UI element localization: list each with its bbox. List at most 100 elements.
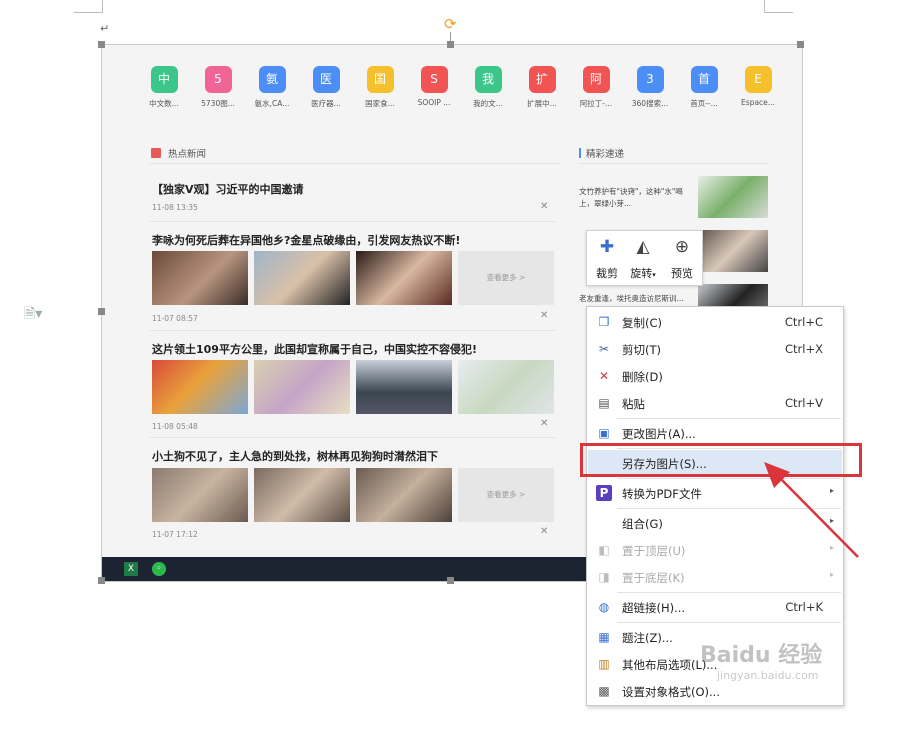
menu-item-label: 超链接(H)...	[622, 601, 686, 615]
picture-float-toolbar: ✚ 裁剪 ◭ 旋转▾ ⊕ 预览	[586, 230, 703, 286]
shortcut-tile: 扩	[528, 66, 556, 93]
shortcut-tile: 3	[636, 66, 664, 93]
wechat-icon: ◦	[152, 562, 166, 576]
news-title[interactable]: 李咏为何死后葬在异国他乡?金星点破缘由，引发网友热议不断!	[152, 232, 460, 248]
news-time: 11-08 05:48	[152, 422, 198, 431]
menu-separator	[617, 622, 841, 623]
rotate-button[interactable]: ◭ 旋转▾	[625, 235, 661, 281]
shortcut-item: 医 医疗器...	[306, 66, 346, 109]
shortcut-item: 阿 阿拉丁-...	[576, 66, 616, 109]
rotate-handle-icon[interactable]: ⟳	[444, 17, 458, 32]
resize-handle[interactable]	[98, 41, 105, 48]
shortcut-label: Espace...	[741, 98, 775, 107]
menu-item-paste[interactable]: ▤ 粘贴 Ctrl+V	[588, 390, 842, 416]
news-title[interactable]: 小土狗不见了，主人急的到处找，树林再见狗狗时潸然泪下	[152, 448, 438, 464]
news-thumbnail	[254, 468, 350, 522]
shortcut-label: 国家食...	[365, 99, 395, 108]
shortcut-label: 阿拉丁-...	[579, 99, 613, 108]
side-heading: 精彩速递	[586, 149, 625, 160]
shortcut-tile: 中	[150, 66, 178, 93]
pdf-icon: P	[596, 485, 612, 501]
preview-label: 预览	[671, 267, 693, 280]
close-icon[interactable]: ✕	[540, 201, 548, 212]
news-thumbnail	[356, 360, 452, 414]
menu-item-shortcut: Ctrl+K	[785, 600, 823, 614]
shortcut-tile: 首	[690, 66, 718, 93]
copy-icon: ❐	[598, 315, 610, 329]
send-to-back-icon: ◨	[598, 570, 610, 584]
shortcut-label: SOOIP ...	[417, 98, 451, 107]
bring-to-front-icon: ◧	[598, 543, 610, 557]
news-title[interactable]: 这片领土109平方公里，此国却宣称属于自己，中国实控不容侵犯!	[152, 341, 477, 357]
menu-item-label: 置于底层(K)	[622, 571, 685, 585]
news-thumbnail	[356, 468, 452, 522]
hot-news-heading: 热点新闻	[168, 149, 207, 160]
news-time: 11-08 13:35	[152, 203, 198, 212]
resize-handle[interactable]	[98, 308, 105, 315]
layout-icon: ▥	[598, 657, 610, 671]
news-thumbnail	[458, 360, 554, 414]
shortcut-tile: E	[744, 66, 772, 93]
news-time: 11-07 08:57	[152, 314, 198, 323]
menu-item-shortcut: Ctrl+V	[785, 396, 823, 410]
crop-button[interactable]: ✚ 裁剪	[589, 235, 625, 281]
shortcut-item: 我 我的文...	[468, 66, 508, 109]
news-time: 11-07 17:12	[152, 530, 198, 539]
shortcut-item: E Espace...	[738, 66, 778, 107]
news-thumbnail	[152, 468, 248, 522]
shortcut-label: 中文数...	[149, 99, 179, 108]
annotation-arrow	[764, 462, 859, 558]
shortcut-item: 3 360搜索...	[630, 66, 670, 109]
crop-label: 裁剪	[596, 267, 618, 280]
menu-item-send-to-back[interactable]: ◨ 置于底层(K) ▸	[588, 564, 842, 590]
resize-handle[interactable]	[98, 577, 105, 584]
menu-item-label: 组合(G)	[622, 517, 663, 531]
layout-options-icon[interactable]: 🗎▾	[24, 303, 42, 327]
close-icon[interactable]: ✕	[540, 418, 548, 429]
paragraph-mark: ↵	[100, 22, 110, 35]
menu-item-label: 删除(D)	[622, 370, 663, 384]
preview-button[interactable]: ⊕ 预览	[664, 235, 700, 281]
close-icon[interactable]: ✕	[540, 526, 548, 537]
see-more-button[interactable]: 查看更多 >	[458, 468, 554, 522]
close-icon[interactable]: ✕	[540, 310, 548, 321]
news-thumbnail	[254, 251, 350, 305]
resize-handle[interactable]	[797, 41, 804, 48]
shortcut-tile: 国	[366, 66, 394, 93]
shortcut-label: 5730图...	[201, 99, 235, 108]
shortcut-item: 5 5730图...	[198, 66, 238, 109]
menu-item-label: 粘贴	[622, 397, 645, 411]
menu-item-shortcut: Ctrl+X	[785, 342, 823, 356]
caption-icon: ▦	[598, 630, 610, 644]
side-news-text[interactable]: 老友重逢，埃托奥造访尼斯训...	[579, 293, 689, 305]
resize-handle[interactable]	[447, 577, 454, 584]
hot-news-icon	[151, 148, 161, 158]
menu-item-delete[interactable]: ✕ 删除(D)	[588, 363, 842, 389]
news-thumbnail	[152, 360, 248, 414]
excel-icon: X	[124, 562, 138, 576]
menu-item-copy[interactable]: ❐ 复制(C) Ctrl+C	[588, 309, 842, 335]
shortcut-item: 中 中文数...	[144, 66, 184, 109]
news-title[interactable]: 【独家V观】习近平的中国邀请	[152, 181, 304, 197]
menu-item-label: 置于顶层(U)	[622, 544, 686, 558]
baidu-watermark: Baidu 经验	[700, 643, 823, 668]
shortcut-tile: 氨	[258, 66, 286, 93]
menu-item-hyperlink[interactable]: ◍ 超链接(H)... Ctrl+K	[588, 594, 842, 620]
menu-item-label: 复制(C)	[622, 316, 663, 330]
menu-item-label: 设置对象格式(O)...	[622, 685, 720, 699]
rotate-label: 旋转▾	[625, 265, 661, 281]
resize-handle[interactable]	[447, 41, 454, 48]
menu-item-cut[interactable]: ✂ 剪切(T) Ctrl+X	[588, 336, 842, 362]
news-divider	[150, 221, 556, 222]
rotate-icon: ◭	[636, 237, 650, 257]
side-news-thumbnail	[698, 230, 768, 272]
news-divider	[150, 437, 556, 438]
shortcut-tile: S	[420, 66, 448, 93]
chevron-down-icon[interactable]: ▾	[652, 271, 656, 279]
see-more-button[interactable]: 查看更多 >	[458, 251, 554, 305]
shortcut-item: S SOOIP ...	[414, 66, 454, 107]
menu-separator	[617, 592, 841, 593]
news-divider	[150, 330, 556, 331]
shortcut-label: 首页--...	[690, 99, 718, 108]
side-news-text[interactable]: 文竹养护有"诀窍"，这种"水"喝上，翠绿小芽...	[579, 186, 689, 210]
